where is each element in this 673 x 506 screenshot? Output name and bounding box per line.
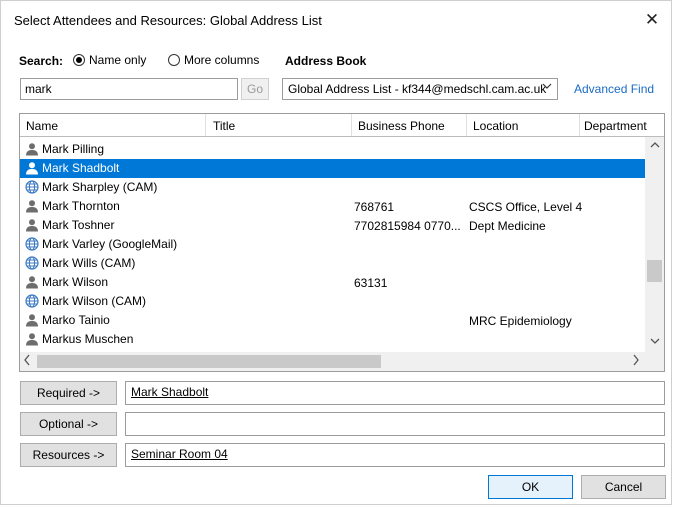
table-row[interactable]: Mark Wilson (CAM) (20, 292, 646, 311)
external-contact-icon (25, 294, 39, 308)
table-row[interactable]: Mark Sharpley (CAM) (20, 178, 646, 197)
list-rows: Mark Pilling Mark Shadbolt Mark Sharpley… (20, 140, 646, 349)
dialog-title: Select Attendees and Resources: Global A… (14, 13, 322, 28)
resources-button[interactable]: Resources -> (20, 443, 117, 467)
radio-name-only-label: Name only (89, 53, 147, 67)
person-icon (25, 313, 39, 327)
required-button[interactable]: Required -> (20, 381, 117, 405)
column-divider[interactable] (466, 114, 467, 136)
row-location: CSCS Office, Level 4 (469, 200, 583, 214)
person-icon (25, 275, 39, 289)
row-name: Markus Muschen (42, 332, 134, 346)
external-contact-icon (25, 256, 39, 270)
column-header-name[interactable]: Name (26, 119, 58, 133)
horizontal-scroll-thumb[interactable] (37, 355, 381, 368)
person-icon (25, 332, 39, 346)
external-contact-icon (25, 237, 39, 251)
list-header: Name Title Business Phone Location Depar… (20, 114, 664, 137)
row-location: MRC Epidemiology (469, 314, 572, 328)
optional-button[interactable]: Optional -> (20, 412, 117, 436)
radio-more-columns-indicator[interactable] (168, 54, 180, 66)
horizontal-scrollbar[interactable] (20, 352, 646, 371)
cancel-button[interactable]: Cancel (581, 475, 666, 499)
column-header-location[interactable]: Location (473, 119, 518, 133)
table-row[interactable]: Mark Wilson 63131 (20, 273, 646, 292)
row-phone: 768761 (354, 200, 395, 214)
resources-value: Seminar Room 04 (131, 447, 228, 461)
column-divider[interactable] (351, 114, 352, 136)
search-label: Search: (19, 54, 64, 68)
row-name: Mark Toshner (42, 218, 115, 232)
row-name: Marko Tainio (42, 313, 110, 327)
row-location: Dept Medicine (469, 219, 546, 233)
scrollbar-corner (645, 352, 664, 371)
search-input[interactable] (20, 78, 238, 100)
radio-name-only-indicator[interactable] (73, 54, 85, 66)
table-row[interactable]: Mark Thornton 768761 CSCS Office, Level … (20, 197, 646, 216)
address-book-selected: Global Address List - kf344@medschl.cam.… (288, 82, 547, 96)
address-book-dropdown[interactable]: Global Address List - kf344@medschl.cam.… (282, 78, 558, 100)
row-name: Mark Varley (GoogleMail) (42, 237, 178, 251)
column-header-business-phone[interactable]: Business Phone (358, 119, 445, 133)
address-book-label: Address Book (285, 54, 367, 68)
row-name: Mark Shadbolt (42, 161, 120, 175)
row-name: Mark Pilling (42, 142, 105, 156)
column-divider[interactable] (579, 114, 580, 136)
radio-more-columns-label: More columns (184, 53, 260, 67)
ok-button[interactable]: OK (488, 475, 573, 499)
external-contact-icon (25, 180, 39, 194)
person-icon (25, 161, 39, 175)
row-name: Mark Sharpley (CAM) (42, 180, 158, 194)
advanced-find-link[interactable]: Advanced Find (574, 82, 654, 96)
table-row[interactable]: Mark Toshner 7702815984 0770... Dept Med… (20, 216, 646, 235)
address-list: Name Title Business Phone Location Depar… (19, 113, 665, 372)
vertical-scrollbar[interactable] (645, 137, 664, 352)
resources-field[interactable]: Seminar Room 04 (125, 443, 665, 467)
table-row[interactable]: Mark Varley (GoogleMail) (20, 235, 646, 254)
close-icon[interactable]: ✕ (641, 9, 663, 31)
required-value: Mark Shadbolt (131, 385, 209, 399)
row-name: Mark Wilson (CAM) (42, 294, 146, 308)
scroll-right-icon[interactable] (632, 354, 640, 369)
optional-field[interactable] (125, 412, 665, 436)
radio-name-only[interactable]: Name only (73, 53, 146, 67)
chevron-down-icon[interactable] (542, 81, 552, 94)
vertical-scroll-thumb[interactable] (647, 260, 662, 282)
row-phone: 63131 (354, 276, 388, 290)
table-row-selected[interactable]: Mark Shadbolt (20, 159, 646, 178)
column-header-title[interactable]: Title (213, 119, 235, 133)
scroll-up-icon[interactable] (645, 141, 664, 152)
column-divider[interactable] (205, 114, 206, 136)
row-name: Mark Thornton (42, 199, 120, 213)
required-field[interactable]: Mark Shadbolt (125, 381, 665, 405)
table-row[interactable]: Mark Pilling (20, 140, 646, 159)
title-bar: Select Attendees and Resources: Global A… (1, 1, 671, 39)
column-header-department[interactable]: Department (584, 119, 647, 133)
scroll-down-icon[interactable] (645, 337, 664, 348)
scroll-left-icon[interactable] (23, 354, 31, 369)
person-icon (25, 218, 39, 232)
table-row[interactable]: Marko Tainio MRC Epidemiology (20, 311, 646, 330)
go-button[interactable]: Go (241, 78, 269, 100)
row-name: Mark Wills (CAM) (42, 256, 136, 270)
table-row[interactable]: Mark Wills (CAM) (20, 254, 646, 273)
row-name: Mark Wilson (42, 275, 109, 289)
select-attendees-dialog: Select Attendees and Resources: Global A… (0, 0, 672, 505)
row-phone: 7702815984 0770... (354, 219, 461, 233)
person-icon (25, 142, 39, 156)
table-row[interactable]: Markus Muschen (20, 330, 646, 349)
person-icon (25, 199, 39, 213)
radio-more-columns[interactable]: More columns (168, 53, 259, 67)
